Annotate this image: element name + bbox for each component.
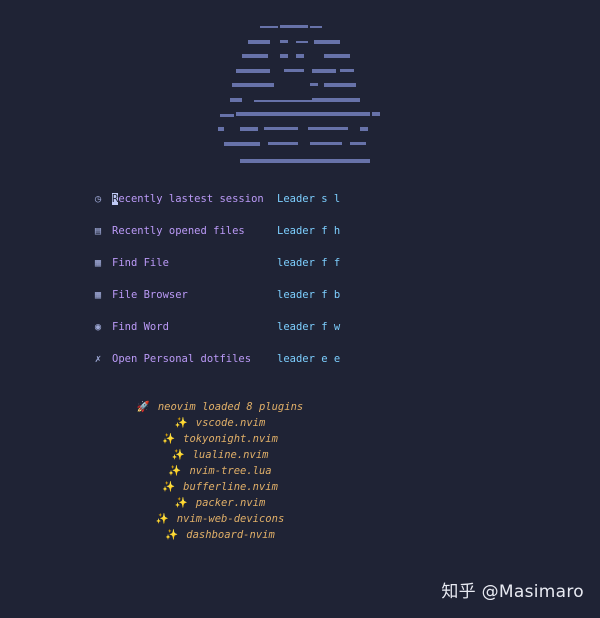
menu-item-shortcut: Leader f h [277,225,341,237]
menu-item-shortcut: leader f w [277,321,341,333]
sparkles-icon: ✨ [168,465,182,477]
plugin-name: dashboard-nvim [186,529,275,541]
menu-item-shortcut: leader f f [277,257,341,269]
menu-item-recent-files[interactable]: ▤ Recently opened files Leader f h [92,223,352,239]
menu-item-label: Open Personal dotfiles [112,353,252,365]
plugin-line: ✨ tokyonight.nvim [0,431,440,447]
menu-item-label: Find Word [112,321,169,333]
plugin-name: packer.nvim [195,497,266,509]
menu-item-dotfiles[interactable]: ✗ Open Personal dotfiles leader e e [92,351,352,367]
plugin-line: ✨ nvim-tree.lua [0,463,440,479]
sparkles-icon: ✨ [174,417,188,429]
sparkles-icon: ✨ [155,513,169,525]
neovim-banner [0,22,600,177]
plugin-line: ✨ packer.nvim [0,495,440,511]
file-browser-icon: ▦ [94,289,102,301]
menu-item-shortcut: Leader s l [277,193,341,205]
menu-item-label: Recently lastest session [112,191,277,207]
menu-item-recent-session[interactable]: ◷ Recently lastest session Leader s l [92,191,352,207]
clock-icon: ◷ [94,193,102,205]
file-icon: ▦ [94,257,102,269]
menu-item-label: Find File [112,257,169,269]
folder-icon: ▤ [94,225,102,237]
plugin-name: vscode.nvim [195,417,266,429]
menu-item-label: File Browser [112,289,188,301]
rocket-icon: 🚀 [136,401,150,413]
sparkles-icon: ✨ [174,497,188,509]
plugin-name: lualine.nvim [192,449,269,461]
search-icon: ◉ [94,321,102,333]
plugin-line: ✨ vscode.nvim [0,415,440,431]
tools-icon: ✗ [94,353,102,365]
menu-item-shortcut: leader e e [277,353,341,365]
plugin-line: ✨ nvim-web-devicons [0,511,440,527]
menu-item-label-rest: ecently lastest session [118,193,264,205]
plugins-loaded-text: neovim loaded 8 plugins [157,401,304,413]
menu-item-shortcut: leader f b [277,289,341,301]
plugin-name: nvim-tree.lua [189,465,272,477]
sparkles-icon: ✨ [162,433,176,445]
plugin-name: nvim-web-devicons [176,513,285,525]
plugin-name: bufferline.nvim [183,481,278,493]
menu-item-file-browser[interactable]: ▦ File Browser leader f b [92,287,352,303]
plugin-name: tokyonight.nvim [183,433,278,445]
sparkles-icon: ✨ [162,481,176,493]
plugin-line: ✨ dashboard-nvim [0,527,440,543]
menu-item-find-file[interactable]: ▦ Find File leader f f [92,255,352,271]
watermark: 知乎 @Masimaro [441,582,584,602]
plugins-loaded-summary: 🚀 neovim loaded 8 plugins [0,399,440,415]
sparkles-icon: ✨ [165,529,179,541]
plugin-line: ✨ lualine.nvim [0,447,440,463]
menu-item-label: Recently opened files [112,225,245,237]
menu-item-find-word[interactable]: ◉ Find Word leader f w [92,319,352,335]
plugin-line: ✨ bufferline.nvim [0,479,440,495]
sparkles-icon: ✨ [171,449,185,461]
neovim-ascii-logo [218,25,380,163]
